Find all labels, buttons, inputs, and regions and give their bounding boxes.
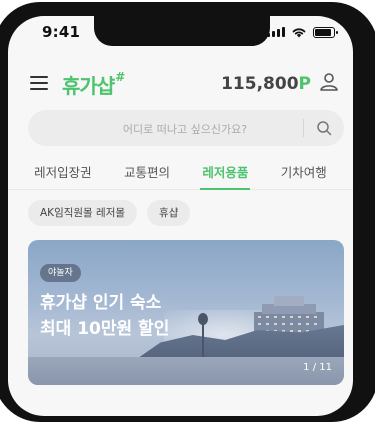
search-input[interactable] <box>68 110 302 148</box>
banner-page-indicator: 1 / 11 <box>303 362 332 373</box>
cell-signal-icon <box>267 27 285 37</box>
banner-title-line1: 휴가샵 인기 숙소 <box>40 293 162 313</box>
banner-partner-tag: 야놀자 <box>40 264 81 282</box>
app-logo[interactable]: 휴가샵# <box>62 70 125 99</box>
battery-icon <box>313 26 338 38</box>
chip-hyushop[interactable]: 휴샵 <box>147 200 191 226</box>
tab-train-travel[interactable]: 기차여행 <box>281 160 327 189</box>
logo-hash: # <box>115 70 125 84</box>
category-tabs: 레저입장권 교통편의 레저용품 기차여행 <box>8 160 353 190</box>
search-divider <box>303 119 304 137</box>
chip-ak-employee-mall[interactable]: AK임직원몰 레저몰 <box>28 200 138 226</box>
status-icons <box>267 26 338 38</box>
search-bar <box>28 110 344 148</box>
phone-screen: 9:41 휴가샵# 115,800P 어디로 떠나고 싶으신가요? 레저입장권 … <box>8 16 353 416</box>
search-icon[interactable] <box>316 120 332 136</box>
banner-water <box>28 357 344 385</box>
promo-banner[interactable]: 야놀자 휴가샵 인기 숙소 최대 10만원 할인 1 / 11 <box>28 240 344 385</box>
wifi-icon <box>292 28 306 38</box>
status-time: 9:41 <box>42 23 81 41</box>
user-icon[interactable] <box>319 72 339 92</box>
filter-chips: AK임직원몰 레저몰 휴샵 <box>28 200 191 226</box>
points-value: 115,800 <box>221 74 299 94</box>
tab-leisure-goods[interactable]: 레저용품 <box>200 160 251 190</box>
points-unit: P <box>298 74 311 94</box>
hamburger-menu-icon[interactable] <box>30 76 48 90</box>
app-header: 휴가샵# 115,800P <box>8 64 353 104</box>
banner-title: 휴가샵 인기 숙소 최대 10만원 할인 <box>40 290 169 342</box>
pine-tree-icon <box>198 313 208 359</box>
points-balance[interactable]: 115,800P <box>221 74 311 94</box>
banner-title-line2: 최대 10만원 할인 <box>40 319 170 339</box>
status-bar: 9:41 <box>8 16 353 60</box>
logo-text: 휴가샵 <box>62 74 115 98</box>
tab-transportation[interactable]: 교통편의 <box>124 160 170 189</box>
tab-leisure-tickets[interactable]: 레저입장권 <box>34 160 92 189</box>
phone-frame: 9:41 휴가샵# 115,800P 어디로 떠나고 싶으신가요? 레저입장권 … <box>0 2 375 422</box>
